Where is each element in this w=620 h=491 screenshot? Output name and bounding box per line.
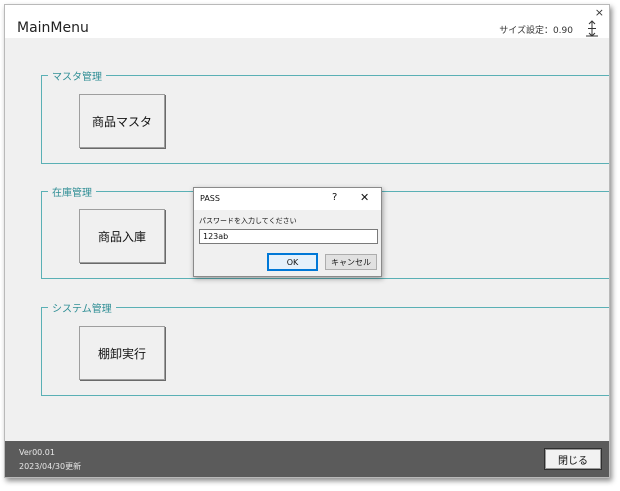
stocktake-run-button[interactable]: 棚卸実行	[79, 326, 165, 380]
section-system-legend: システム管理	[48, 300, 116, 315]
dialog-title: PASS	[200, 194, 220, 203]
product-master-button[interactable]: 商品マスタ	[79, 94, 165, 148]
cancel-button[interactable]: キャンセル	[325, 254, 377, 270]
ok-button[interactable]: OK	[267, 253, 318, 271]
version-text: Ver00.01	[19, 448, 55, 457]
close-button[interactable]: 閉じる	[544, 448, 602, 470]
spin-arrows-icon[interactable]	[585, 20, 599, 37]
password-input[interactable]	[199, 229, 378, 244]
password-prompt: パスワードを入力してください	[199, 217, 297, 225]
section-system: システム管理 棚卸実行	[41, 300, 609, 396]
size-setting-label: サイズ設定：0.90	[499, 26, 573, 36]
password-dialog: PASS ? ✕ パスワードを入力してください OK キャンセル	[193, 187, 382, 277]
status-bar: Ver00.01 2023/04/30更新 閉じる	[5, 441, 609, 477]
dialog-help-icon[interactable]: ?	[332, 192, 337, 203]
section-master: マスタ管理 商品マスタ	[41, 68, 609, 164]
dialog-close-icon[interactable]: ✕	[360, 191, 369, 204]
section-inventory-legend: 在庫管理	[48, 184, 96, 199]
window-close-icon[interactable]: ×	[595, 6, 604, 19]
section-master-legend: マスタ管理	[48, 68, 106, 83]
dialog-title-bar: PASS ? ✕	[194, 188, 381, 210]
updated-date-text: 2023/04/30更新	[19, 462, 82, 471]
window-title: MainMenu	[17, 20, 89, 36]
product-receiving-button[interactable]: 商品入庫	[79, 209, 165, 263]
title-bar: MainMenu × サイズ設定：0.90	[5, 5, 609, 38]
